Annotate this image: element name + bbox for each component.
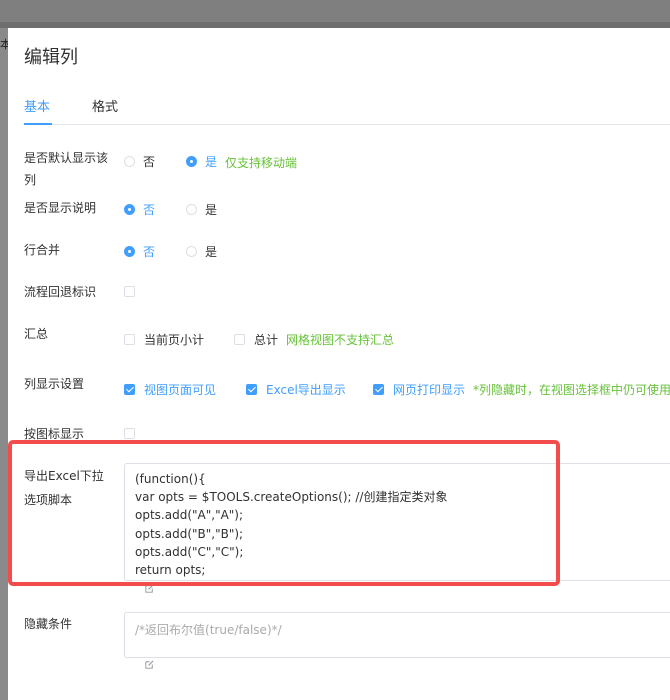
radio-dot — [124, 156, 135, 167]
excel-script-label-line1: 导出Excel下拉 — [24, 469, 104, 483]
check-icon — [124, 384, 135, 395]
hide-condition-editor[interactable]: /*返回布尔值(true/false)*/ — [124, 612, 670, 658]
default-show-radio-yes[interactable]: 是 — [186, 153, 217, 170]
backdrop-top — [0, 0, 670, 22]
show-desc-radio-no[interactable]: 否 — [124, 201, 155, 218]
column-display-excel-export-checkbox[interactable]: Excel导出显示 — [246, 381, 346, 398]
edit-column-dialog: 编辑列 基本 格式 是否默认显示该 列 否 是 仅支持移动端 是否显示说明 否 … — [8, 28, 670, 700]
show-desc-label: 是否显示说明 — [24, 201, 97, 215]
tab-bar: 基本 格式 — [24, 88, 670, 125]
tab-format[interactable]: 格式 — [92, 96, 118, 115]
default-show-radio-no[interactable]: 否 — [124, 153, 155, 170]
row-merge-radio-no[interactable]: 否 — [124, 243, 155, 260]
checkbox-box — [124, 286, 135, 297]
excel-script-label: 导出Excel下拉 选项脚本 — [24, 465, 116, 511]
summary-page-subtotal-checkbox[interactable]: 当前页小计 — [124, 331, 204, 348]
radio-dot — [186, 204, 197, 215]
show-desc-radio-yes[interactable]: 是 — [186, 201, 217, 218]
summary-label: 汇总 — [24, 327, 49, 341]
checkbox-box — [124, 334, 135, 345]
radio-label: 是 — [205, 245, 218, 259]
tab-basic-label: 基本 — [24, 100, 51, 115]
default-show-note: 仅支持移动端 — [225, 156, 298, 170]
radio-label: 是 — [205, 203, 218, 217]
hide-condition-placeholder: /*返回布尔值(true/false)*/ — [135, 623, 282, 637]
checkbox-label: 网页打印显示 — [393, 383, 466, 397]
checkbox-label: 视图页面可见 — [144, 383, 217, 397]
radio-label: 否 — [143, 245, 156, 259]
dialog-title: 编辑列 — [24, 47, 78, 68]
check-icon — [246, 384, 257, 395]
summary-total-checkbox[interactable]: 总计 — [234, 331, 278, 348]
summary-note: 网格视图不支持汇总 — [286, 333, 395, 347]
row-merge-label: 行合并 — [24, 243, 61, 257]
default-show-label: 是否默认显示该 列 — [24, 147, 116, 191]
column-display-print-checkbox[interactable]: 网页打印显示 — [373, 381, 465, 398]
column-display-label: 列显示设置 — [24, 377, 85, 391]
flow-back-checkbox[interactable] — [124, 286, 144, 297]
checkbox-box — [234, 334, 245, 345]
column-display-view-visible-checkbox[interactable]: 视图页面可见 — [124, 381, 216, 398]
radio-dot — [124, 246, 135, 257]
radio-dot — [186, 156, 197, 167]
checkbox-label: 总计 — [254, 333, 279, 347]
default-show-label-line2: 列 — [24, 173, 37, 187]
excel-script-code: (function(){ var opts = $TOOLS.createOpt… — [135, 472, 448, 578]
radio-label: 是 — [205, 155, 218, 169]
radio-dot — [124, 204, 135, 215]
row-merge-radio-yes[interactable]: 是 — [186, 243, 217, 260]
tab-active-indicator — [24, 123, 52, 125]
radio-label: 否 — [143, 203, 156, 217]
default-show-label-line1: 是否默认显示该 — [24, 151, 109, 165]
excel-script-label-line2: 选项脚本 — [24, 493, 73, 507]
check-icon — [373, 384, 384, 395]
icon-display-checkbox[interactable] — [124, 428, 144, 439]
radio-label: 否 — [143, 155, 156, 169]
radio-dot — [186, 246, 197, 257]
flow-back-label: 流程回退标识 — [24, 285, 97, 299]
checkbox-label: 当前页小计 — [144, 333, 205, 347]
edit-icon[interactable] — [144, 659, 155, 670]
tab-basic[interactable]: 基本 — [24, 96, 52, 125]
checkbox-box — [124, 428, 135, 439]
icon-display-label: 按图标显示 — [24, 427, 85, 441]
excel-script-editor[interactable]: (function(){ var opts = $TOOLS.createOpt… — [124, 463, 670, 581]
column-display-note: *列隐藏时，在视图选择框中仍可使用 — [473, 383, 670, 397]
hide-condition-label: 隐藏条件 — [24, 617, 73, 631]
edit-icon[interactable] — [144, 583, 155, 594]
checkbox-label: Excel导出显示 — [266, 383, 346, 397]
tab-format-label: 格式 — [92, 100, 119, 115]
